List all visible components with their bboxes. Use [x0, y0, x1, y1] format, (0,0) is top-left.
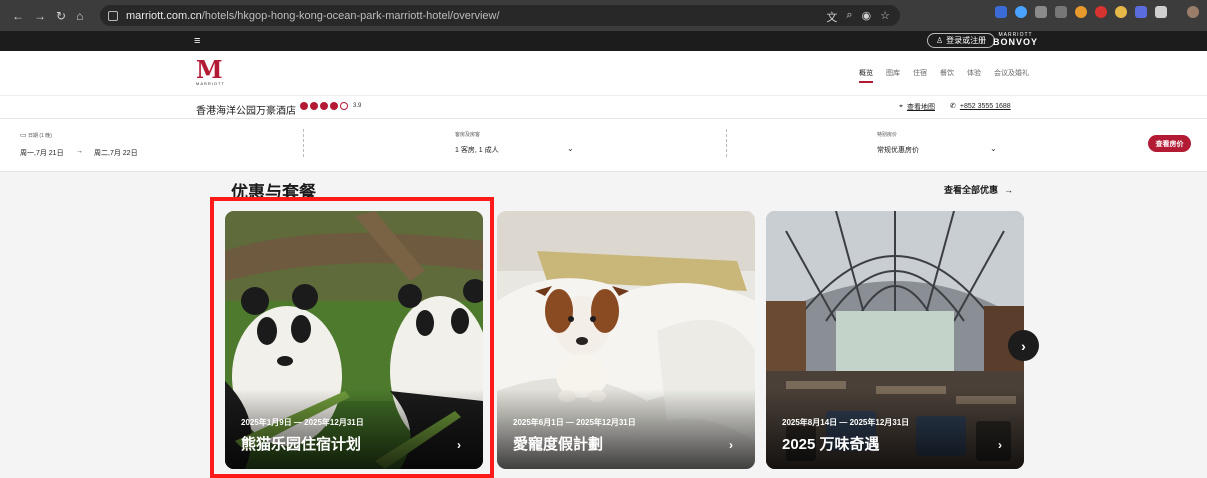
login-button[interactable]: ♙ 登录或注册 [927, 33, 996, 48]
offer-title: 2025 万味奇遇 [782, 436, 880, 453]
chevron-down-icon[interactable]: ⌄ [990, 144, 997, 153]
reload-icon[interactable]: ↻ [56, 10, 66, 22]
extension-icon[interactable] [1055, 6, 1067, 18]
marriott-logo[interactable]: M MARRIOTT [196, 55, 232, 89]
dates-label: ▭ 日期 (1 晚) [20, 131, 52, 139]
address-bar[interactable]: marriott.com.cn/hotels/hkgop-hong-kong-o… [100, 5, 900, 26]
divider [726, 129, 727, 157]
see-all-offers-link[interactable]: 查看全部优惠 → [944, 183, 1013, 196]
omnibox-actions: 文 ⌕ ◉ ☆ [826, 9, 890, 25]
hotel-name: 香港海洋公园万豪酒店 [196, 106, 296, 117]
rooms-guests-select[interactable]: 1 客房, 1 成人 [455, 145, 499, 155]
eye-off-icon[interactable]: ◉ [862, 9, 872, 25]
bonvoy-big-text: BONVΟY [993, 37, 1039, 47]
login-label: 登录或注册 [946, 36, 987, 45]
offer-card-dining[interactable]: 2025年8月14日 — 2025年12月31日 2025 万味奇遇 › [766, 211, 1024, 469]
rating-dot-filled [330, 102, 338, 110]
view-map-label: 查看地图 [906, 104, 935, 111]
nav-item-rooms[interactable]: 住宿 [913, 68, 927, 78]
phone-icon: ✆ [950, 103, 956, 110]
url-text: marriott.com.cn/hotels/hkgop-hong-kong-o… [126, 10, 500, 22]
site-header: M MARRIOTT 概览 图库 住宿 餐饮 体验 会议及婚礼 [0, 51, 1207, 95]
special-rate-select[interactable]: 常规优惠房价 [877, 145, 919, 155]
rating-dot-empty [340, 102, 348, 110]
chevron-right-icon: › [729, 438, 733, 452]
browser-toolbar: ← → ↻ ⌂ marriott.com.cn/hotels/hkgop-hon… [0, 0, 1207, 31]
url-path: /hotels/hkgop-hong-kong-ocean-park-marri… [201, 9, 500, 22]
offer-dates: 2025年6月1日 — 2025年12月31日 [513, 418, 636, 427]
calendar-icon: ▭ [20, 132, 27, 139]
logo-wordmark: MARRIOTT [196, 81, 225, 86]
rating-dot-filled [320, 102, 328, 110]
view-map-link[interactable]: ⌖ 查看地图 [899, 102, 935, 112]
dates-label-text: 日期 (1 晚) [28, 133, 52, 139]
extension-icon[interactable] [1035, 6, 1047, 18]
offer-dates: 2025年1月9日 — 2025年12月31日 [241, 418, 364, 427]
check-in-date[interactable]: 周一,7月 21日 [20, 148, 64, 158]
offer-title: 熊猫乐园住宿计划 [241, 436, 362, 453]
offer-dates: 2025年8月14日 — 2025年12月31日 [782, 418, 910, 427]
phone-number: +852 3555 1688 [959, 102, 1011, 110]
date-arrow-icon: → [76, 148, 83, 155]
back-icon[interactable]: ← [12, 10, 24, 22]
section-title: 优惠与套餐 [231, 183, 316, 202]
card-shade [225, 389, 483, 469]
site-topbar: ≡ ♙ 登录或注册 MARRIOTT BONVΟY [0, 31, 1207, 51]
extension-icon[interactable] [995, 6, 1007, 18]
nav-item-dining[interactable]: 餐饮 [940, 68, 954, 78]
offers-section: 优惠与套餐 查看全部优惠 → 2025年1月9日 — 2025年12月31日 熊… [0, 172, 1207, 478]
nav-item-overview[interactable]: 概览 [859, 68, 873, 83]
rating-dot-filled [310, 102, 318, 110]
extensions-tray [995, 6, 1199, 18]
card-shade [497, 389, 755, 469]
hotel-info-bar: 香港海洋公园万豪酒店 3.9 ⌖ 查看地图 ✆ +852 3555 1688 [0, 95, 1207, 119]
hotel-nav: 概览 图库 住宿 餐饮 体验 会议及婚礼 [859, 68, 1029, 83]
translate-icon[interactable]: 文 [826, 9, 837, 25]
arrow-right-icon: → [1004, 184, 1014, 195]
divider [303, 129, 304, 157]
forward-icon[interactable]: → [34, 10, 46, 22]
puzzle-icon[interactable] [1155, 6, 1167, 18]
offer-card-panda[interactable]: 2025年1月9日 — 2025年12月31日 熊猫乐园住宿计划 › [225, 211, 483, 469]
browser-nav-buttons: ← → ↻ ⌂ [0, 10, 100, 22]
home-icon[interactable]: ⌂ [76, 10, 83, 22]
marriott-m-icon: M [196, 55, 223, 84]
user-icon: ♙ [936, 36, 944, 45]
booking-bar: ▭ 日期 (1 晚) 周一,7月 21日 → 周二,7月 22日 客房及房客 1… [0, 119, 1207, 172]
zoom-icon[interactable]: ⌕ [846, 9, 852, 25]
map-pin-icon: ⌖ [899, 103, 903, 110]
offer-card-pet[interactable]: 2025年6月1日 — 2025年12月31日 愛寵度假計劃 › [497, 211, 755, 469]
nav-item-experiences[interactable]: 体验 [967, 68, 981, 78]
bonvoy-logo[interactable]: MARRIOTT BONVΟY [993, 33, 1038, 47]
extension-icon[interactable] [1135, 6, 1147, 18]
carousel-next-button[interactable]: › [1008, 330, 1039, 361]
hotel-rating[interactable]: 3.9 [300, 102, 361, 110]
hamburger-menu-icon[interactable]: ≡ [194, 35, 200, 47]
offer-title: 愛寵度假計劃 [513, 436, 604, 453]
rating-dot-filled [300, 102, 308, 110]
extension-icon[interactable] [1075, 6, 1087, 18]
bookmark-star-icon[interactable]: ☆ [880, 9, 890, 25]
check-out-date[interactable]: 周二,7月 22日 [94, 148, 138, 158]
chevron-right-icon: › [1021, 337, 1026, 354]
see-all-label: 查看全部优惠 [944, 185, 999, 195]
extension-icon[interactable] [1115, 6, 1127, 18]
check-rates-button[interactable]: 查看房价 [1148, 135, 1191, 152]
profile-avatar[interactable] [1187, 6, 1199, 18]
card-shade [766, 389, 1024, 469]
chevron-right-icon: › [998, 438, 1002, 452]
rate-label: 特别房价 [877, 132, 898, 138]
site-info-icon[interactable] [108, 10, 118, 21]
phone-link[interactable]: ✆ +852 3555 1688 [950, 102, 1011, 111]
rating-score: 3.9 [353, 103, 362, 109]
nav-item-gallery[interactable]: 图库 [886, 68, 900, 78]
nav-item-events[interactable]: 会议及婚礼 [994, 68, 1029, 78]
extension-icon[interactable] [1095, 6, 1107, 18]
rooms-label: 客房及房客 [455, 132, 481, 138]
chevron-down-icon[interactable]: ⌄ [567, 144, 574, 153]
chevron-right-icon: › [457, 438, 461, 452]
extension-icon[interactable] [1015, 6, 1027, 18]
url-domain: marriott.com.cn [126, 9, 202, 22]
